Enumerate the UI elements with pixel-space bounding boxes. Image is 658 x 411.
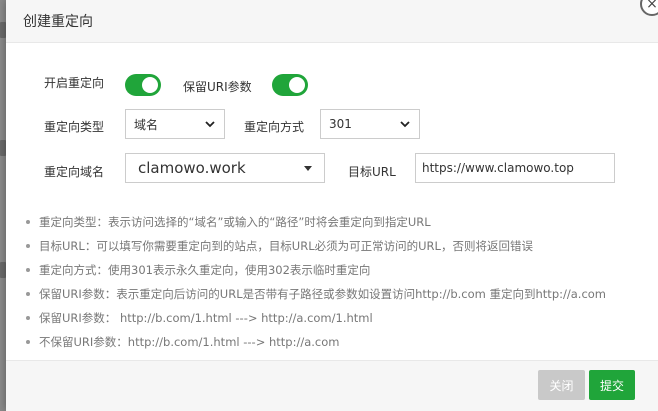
redirect-type-select[interactable]: 域名 [125,109,225,139]
redirect-type-label: 重定向类型 [44,120,105,134]
chevron-down-icon [400,121,410,128]
redirect-method-label: 重定向方式 [244,120,305,134]
tip-item: 保留URI参数： http://b.com/1.html ---> http:/… [26,306,606,330]
enable-redirect-toggle[interactable] [125,74,161,96]
tip-item: 重定向方式：使用301表示永久重定向，使用302表示临时重定向 [26,258,606,282]
dialog-header: 创建重定向 [6,0,658,43]
submit-button[interactable]: 提交 [589,370,635,400]
keep-uri-toggle[interactable] [272,74,308,96]
redirect-method-select[interactable]: 301 [320,109,420,139]
close-button[interactable]: 关闭 [538,370,585,400]
redirect-type-value: 域名 [134,117,159,132]
tip-item: 目标URL：可以填写你需要重定向到的站点，目标URL必须为可正常访问的URL，否… [26,234,606,258]
enable-redirect-label: 开启重定向 [44,76,105,90]
tip-item: 不保留URI参数：http://b.com/1.html ---> http:/… [26,330,606,354]
toggle-knob [142,77,158,93]
dialog-title: 创建重定向 [23,14,93,30]
redirect-method-value: 301 [329,117,352,131]
target-url-label: 目标URL [348,165,396,179]
dialog-footer: 关闭 提交 [6,360,658,411]
keep-uri-label: 保留URI参数 [183,80,252,94]
tip-item: 重定向类型：表示访问选择的“域名”或输入的“路径”时将会重定向到指定URL [26,210,606,234]
chevron-down-icon [205,121,215,128]
target-url-input[interactable] [415,153,615,183]
redirect-domain-value: clamowo.work [138,159,246,177]
tip-item: 保留URI参数：表示重定向后访问的URL是否带有子路径或参数如设置访问http:… [26,282,606,306]
toggle-knob [289,77,305,93]
caret-down-icon [304,166,312,171]
tips-list: 重定向类型：表示访问选择的“域名”或输入的“路径”时将会重定向到指定URL 目标… [26,210,606,354]
redirect-domain-label: 重定向域名 [44,165,105,179]
create-redirect-dialog: 创建重定向 × 开启重定向 保留URI参数 重定向类型 域名 重定向方式 301… [6,0,658,411]
redirect-domain-select[interactable]: clamowo.work [125,153,325,183]
